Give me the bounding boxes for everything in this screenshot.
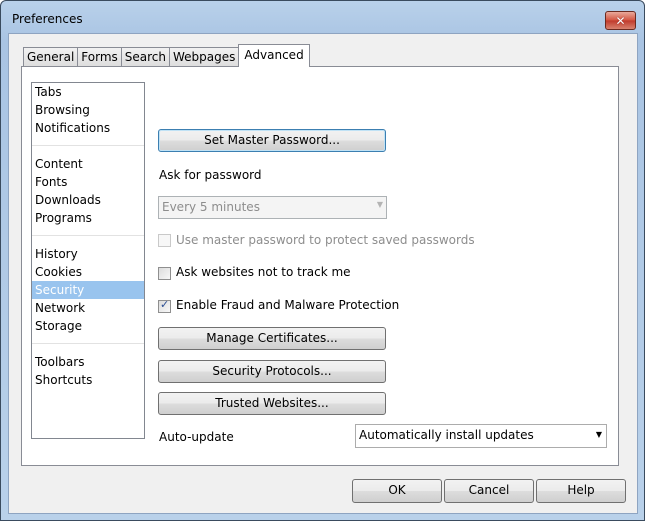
sidebar-divider [32,235,144,236]
chevron-down-icon: ▼ [376,200,383,209]
auto-update-label: Auto-update [159,430,234,444]
tab-forms[interactable]: Forms [77,47,122,67]
manage-certificates-button[interactable]: Manage Certificates... [158,327,386,350]
sidebar-item-notifications[interactable]: Notifications [32,119,144,137]
help-button[interactable]: Help [536,479,626,503]
sidebar-item-browsing[interactable]: Browsing [32,101,144,119]
close-button[interactable]: ✕ [605,11,636,30]
dialog-client-area: General Forms Search Webpages Advanced T… [8,33,638,514]
tab-bar: General Forms Search Webpages Advanced [23,44,310,67]
advanced-panel: Tabs Browsing Notifications Content Font… [21,66,619,466]
sidebar-item-downloads[interactable]: Downloads [32,191,144,209]
category-list: Tabs Browsing Notifications Content Font… [31,82,145,439]
sidebar-item-cookies[interactable]: Cookies [32,263,144,281]
sidebar-item-tabs[interactable]: Tabs [32,83,144,101]
tab-general[interactable]: General [23,47,79,67]
cancel-button[interactable]: Cancel [444,479,534,503]
chevron-down-icon: ▼ [595,430,602,439]
sidebar-item-network[interactable]: Network [32,299,144,317]
checkmark-icon: ✓ [160,298,170,311]
sidebar-item-programs[interactable]: Programs [32,209,144,227]
do-not-track-label: Ask websites not to track me [176,265,351,279]
auto-update-select[interactable]: Automatically install updates ▼ [355,424,607,448]
tab-advanced[interactable]: Advanced [238,44,310,67]
sidebar-item-content[interactable]: Content [32,155,144,173]
sidebar-divider [32,343,144,344]
sidebar-divider [32,145,144,146]
sidebar-item-storage[interactable]: Storage [32,317,144,335]
sidebar-item-shortcuts[interactable]: Shortcuts [32,371,144,389]
window-title: Preferences [12,12,83,26]
fraud-protection-checkbox[interactable]: ✓ [158,298,171,313]
close-icon: ✕ [615,13,626,28]
ok-button[interactable]: OK [352,479,442,503]
auto-update-value: Automatically install updates [359,428,534,442]
security-protocols-button[interactable]: Security Protocols... [158,360,386,383]
use-master-password-checkbox[interactable] [158,234,171,247]
title-bar[interactable]: Preferences ✕ [1,1,644,35]
fraud-protection-label: Enable Fraud and Malware Protection [176,298,400,312]
trusted-websites-button[interactable]: Trusted Websites... [158,392,386,415]
sidebar-item-toolbars[interactable]: Toolbars [32,353,144,371]
use-master-password-label: Use master password to protect saved pas… [176,233,475,247]
ask-for-password-select[interactable]: Every 5 minutes ▼ [158,196,387,219]
sidebar-item-history[interactable]: History [32,245,144,263]
sidebar-item-fonts[interactable]: Fonts [32,173,144,191]
preferences-window: Preferences ✕ General Forms Search Webpa… [0,0,645,521]
ask-for-password-value: Every 5 minutes [162,200,260,214]
set-master-password-button[interactable]: Set Master Password... [158,129,386,152]
do-not-track-checkbox[interactable] [158,267,171,280]
tab-search[interactable]: Search [120,47,171,67]
ask-for-password-label: Ask for password [159,168,262,182]
sidebar-item-security[interactable]: Security [32,281,144,299]
tab-webpages[interactable]: Webpages [169,47,240,67]
